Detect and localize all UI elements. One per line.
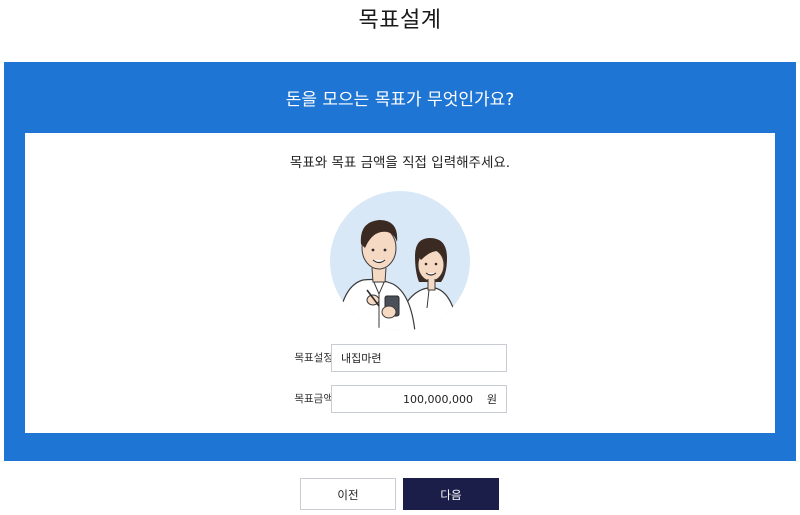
question-panel: 돈을 모으는 목표가 무엇인가요? 목표와 목표 금액을 직접 입력해주세요. xyxy=(4,62,796,461)
amount-label: 목표금액 xyxy=(294,393,333,405)
goal-planning-page: 목표설계 돈을 모으는 목표가 무엇인가요? 목표와 목표 금액을 직접 입력해… xyxy=(0,0,800,515)
amount-row: 목표금액 100,000,000 원 xyxy=(25,385,775,413)
prev-button[interactable]: 이전 xyxy=(300,478,396,510)
amount-unit: 원 xyxy=(486,393,497,406)
next-button[interactable]: 다음 xyxy=(403,478,499,510)
amount-input[interactable]: 100,000,000 원 xyxy=(331,385,507,413)
goal-row: 목표설정 내집마련 xyxy=(25,344,775,372)
couple-planning-illustration xyxy=(329,190,471,332)
goal-label: 목표설정 xyxy=(294,352,333,364)
panel-heading: 돈을 모으는 목표가 무엇인가요? xyxy=(285,90,515,110)
amount-input-value: 100,000,000 xyxy=(403,393,473,406)
page-title: 목표설계 xyxy=(358,8,442,33)
goal-input[interactable]: 내집마련 xyxy=(331,344,507,372)
goal-input-card: 목표와 목표 금액을 직접 입력해주세요. 목표설정 내집마련 목표금액 100… xyxy=(25,133,775,433)
goal-input-value: 내집마련 xyxy=(341,352,382,365)
instruction-text: 목표와 목표 금액을 직접 입력해주세요. xyxy=(289,155,511,171)
